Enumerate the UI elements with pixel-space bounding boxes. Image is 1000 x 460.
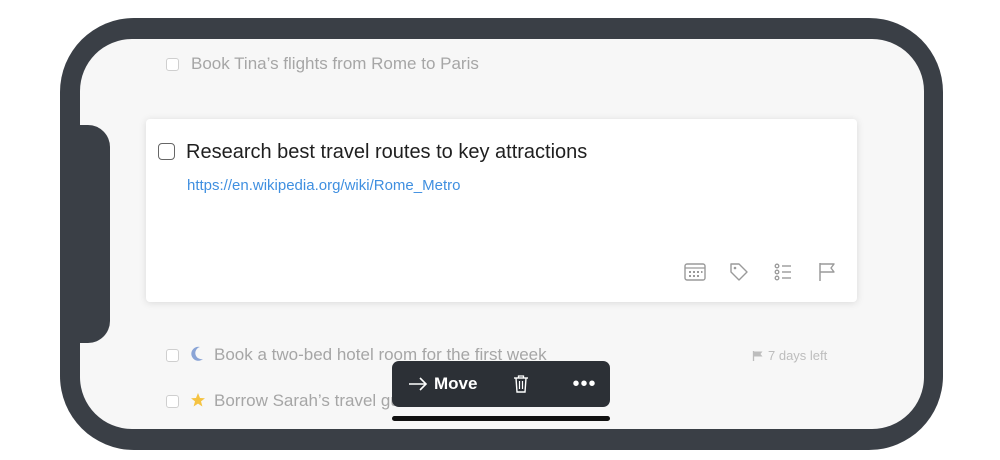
focused-task-checkbox[interactable]: [158, 143, 175, 160]
task-checkbox-hotel[interactable]: [166, 349, 179, 362]
task-label-top[interactable]: Book Tina’s flights from Rome to Paris: [191, 54, 479, 74]
task-tools: [683, 260, 839, 284]
arrow-right-icon: [409, 377, 428, 391]
move-button-label: Move: [434, 374, 478, 393]
focused-task-card[interactable]: Research best travel routes to key attra…: [146, 119, 857, 302]
deadline-badge: 7 days left: [752, 348, 827, 363]
app-screen: Book Tina’s flights from Rome to Paris R…: [80, 39, 924, 429]
small-flag-icon: [752, 350, 763, 361]
focused-task-title[interactable]: Research best travel routes to key attra…: [186, 141, 587, 164]
deadline-text: 7 days left: [768, 348, 828, 363]
more-options-button[interactable]: •••: [572, 374, 596, 394]
selection-toolbar: Move •••: [392, 361, 610, 407]
task-checkbox-top[interactable]: [166, 58, 179, 71]
move-button[interactable]: Move: [408, 374, 477, 394]
home-indicator[interactable]: [392, 416, 610, 421]
star-icon: [190, 392, 206, 413]
trash-icon: [514, 375, 529, 393]
checklist-icon[interactable]: [771, 260, 795, 284]
calendar-icon[interactable]: [683, 260, 707, 284]
delete-button[interactable]: [513, 374, 529, 394]
tag-icon[interactable]: [727, 260, 751, 284]
device-notch: [80, 125, 110, 343]
moon-icon: [190, 346, 204, 367]
flag-icon[interactable]: [815, 260, 839, 284]
task-checkbox-borrow[interactable]: [166, 395, 179, 408]
task-notes-link[interactable]: https://en.wikipedia.org/wiki/Rome_Metro: [187, 177, 460, 194]
